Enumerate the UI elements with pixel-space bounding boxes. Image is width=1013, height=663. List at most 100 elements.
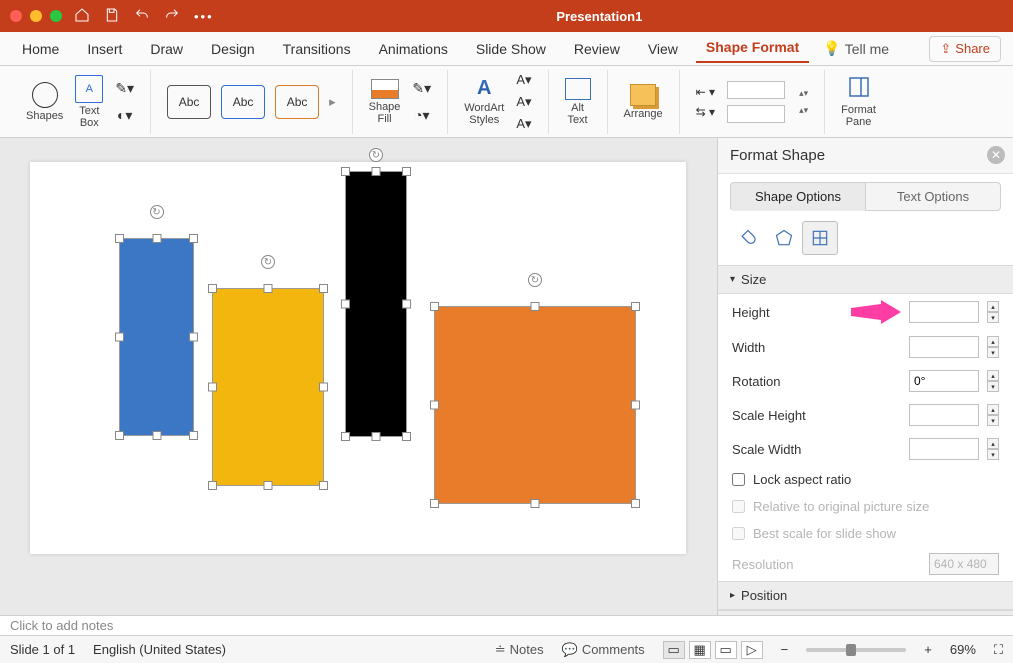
zoom-value[interactable]: 69%	[950, 642, 976, 657]
wordart-styles-button[interactable]: A WordArt Styles	[458, 77, 510, 126]
format-pane-button[interactable]: Format Pane	[835, 75, 882, 128]
scale-width-up[interactable]: ▴	[987, 438, 999, 449]
rotation-handle[interactable]	[261, 255, 275, 269]
tab-transitions[interactable]: Transitions	[273, 37, 361, 61]
shape-rect-black[interactable]	[346, 172, 406, 436]
fit-to-window-button[interactable]: ⛶	[994, 642, 1003, 658]
arrange-button[interactable]: Arrange	[618, 84, 669, 120]
lock-aspect-checkbox[interactable]: Lock aspect ratio	[732, 472, 851, 487]
shape-fill-button[interactable]: Shape Fill	[363, 79, 407, 125]
width-down[interactable]: ▾	[987, 347, 999, 358]
shape-outline-button[interactable]: ✎▾	[412, 80, 431, 97]
home-icon[interactable]	[74, 7, 90, 26]
shapes-gallery-button[interactable]: Shapes	[20, 82, 69, 122]
arrange-label: Arrange	[624, 108, 663, 120]
tab-slideshow[interactable]: Slide Show	[466, 37, 556, 61]
more-icon[interactable]: •••	[194, 9, 214, 24]
slide[interactable]	[30, 162, 686, 554]
shape-rect-blue[interactable]	[120, 239, 193, 435]
fullscreen-window-button[interactable]	[50, 10, 62, 22]
notes-icon: ≐	[495, 642, 506, 658]
rotation-down[interactable]: ▾	[987, 381, 999, 392]
tab-insert[interactable]: Insert	[77, 37, 132, 61]
minimize-window-button[interactable]	[30, 10, 42, 22]
scale-height-down[interactable]: ▾	[987, 415, 999, 426]
rotation-up[interactable]: ▴	[987, 370, 999, 381]
shapefill-label: Shape Fill	[369, 101, 401, 125]
tab-animations[interactable]: Animations	[369, 37, 458, 61]
annotation-arrow-icon	[851, 300, 901, 324]
tab-design[interactable]: Design	[201, 37, 265, 61]
style-preset-3[interactable]: Abc	[275, 85, 319, 119]
notes-toggle[interactable]: ≐Notes	[495, 642, 544, 658]
textbox-section-header[interactable]: ▸Text Box	[718, 610, 1013, 615]
slide-indicator[interactable]: Slide 1 of 1	[10, 642, 75, 657]
scale-width-input[interactable]	[909, 438, 979, 460]
save-icon[interactable]	[104, 7, 120, 26]
tab-draw[interactable]: Draw	[140, 37, 193, 61]
height-down[interactable]: ▾	[987, 312, 999, 323]
tab-shape-format[interactable]: Shape Format	[696, 35, 809, 63]
reading-view-button[interactable]: ▭	[715, 641, 737, 659]
style-gallery-more[interactable]: ▸	[329, 94, 336, 110]
ribbon-tabs: Home Insert Draw Design Transitions Anim…	[0, 32, 1013, 66]
size-section-header[interactable]: ▾Size	[718, 265, 1013, 294]
shape-options-tab[interactable]: Shape Options	[730, 182, 866, 211]
shape-effects-button[interactable]: ◔▾	[414, 107, 429, 124]
zoom-slider[interactable]	[806, 648, 906, 652]
text-outline-button[interactable]: A▾	[516, 94, 531, 110]
zoom-out-button[interactable]: −	[781, 642, 789, 657]
position-section-header[interactable]: ▸Position	[718, 581, 1013, 610]
text-box-button[interactable]: A Text Box	[69, 75, 109, 129]
effects-tab-icon[interactable]	[766, 221, 802, 255]
close-window-button[interactable]	[10, 10, 22, 22]
style-preset-1[interactable]: Abc	[167, 85, 211, 119]
alt-text-button[interactable]: Alt Text	[559, 78, 597, 126]
sorter-view-button[interactable]: ▦	[689, 641, 711, 659]
height-input[interactable]	[909, 301, 979, 323]
text-fill-button[interactable]: A▾	[516, 72, 531, 88]
comments-toggle[interactable]: 💬Comments	[562, 642, 645, 658]
notes-pane[interactable]: Click to add notes	[0, 615, 1013, 635]
close-pane-button[interactable]: ✕	[987, 146, 1005, 164]
tab-review[interactable]: Review	[564, 37, 630, 61]
rotation-handle[interactable]	[150, 205, 164, 219]
height-up[interactable]: ▴	[987, 301, 999, 312]
rotation-handle[interactable]	[369, 148, 383, 162]
text-options-tab[interactable]: Text Options	[866, 182, 1001, 211]
tab-view[interactable]: View	[638, 37, 688, 61]
align-button[interactable]: ⇤ ▾	[696, 85, 715, 99]
rotation-handle[interactable]	[528, 273, 542, 287]
slideshow-view-button[interactable]: ▷	[741, 641, 763, 659]
merge-shapes-icon[interactable]: ◐▾	[117, 107, 132, 124]
height-quick-input[interactable]	[727, 81, 785, 99]
language-indicator[interactable]: English (United States)	[93, 642, 226, 657]
shape-rect-yellow[interactable]	[213, 289, 323, 485]
width-stepper[interactable]: ▴▾	[799, 105, 808, 116]
rotation-input[interactable]	[909, 370, 979, 392]
size-button[interactable]: ⇆ ▾	[696, 105, 715, 119]
textbox-icon: A	[75, 75, 103, 103]
width-up[interactable]: ▴	[987, 336, 999, 347]
redo-icon[interactable]	[164, 7, 180, 26]
zoom-in-button[interactable]: +	[924, 642, 932, 657]
scale-width-down[interactable]: ▾	[987, 449, 999, 460]
share-button[interactable]: ⇪ Share	[929, 36, 1001, 62]
width-quick-input[interactable]	[727, 105, 785, 123]
bucket-icon	[371, 79, 399, 99]
normal-view-button[interactable]: ▭	[663, 641, 685, 659]
text-effects-button[interactable]: A▾	[516, 116, 531, 132]
slide-canvas-area[interactable]	[0, 138, 717, 615]
width-input[interactable]	[909, 336, 979, 358]
fill-line-tab-icon[interactable]	[730, 221, 766, 255]
scale-height-input[interactable]	[909, 404, 979, 426]
edit-shape-icon[interactable]: ✎▾	[115, 80, 134, 97]
scale-height-up[interactable]: ▴	[987, 404, 999, 415]
shape-rect-orange[interactable]	[435, 307, 635, 503]
undo-icon[interactable]	[134, 7, 150, 26]
tell-me-search[interactable]: 💡 Tell me	[823, 40, 889, 57]
style-preset-2[interactable]: Abc	[221, 85, 265, 119]
tab-home[interactable]: Home	[12, 37, 69, 61]
size-properties-tab-icon[interactable]	[802, 221, 838, 255]
height-stepper[interactable]: ▴▾	[799, 88, 808, 99]
